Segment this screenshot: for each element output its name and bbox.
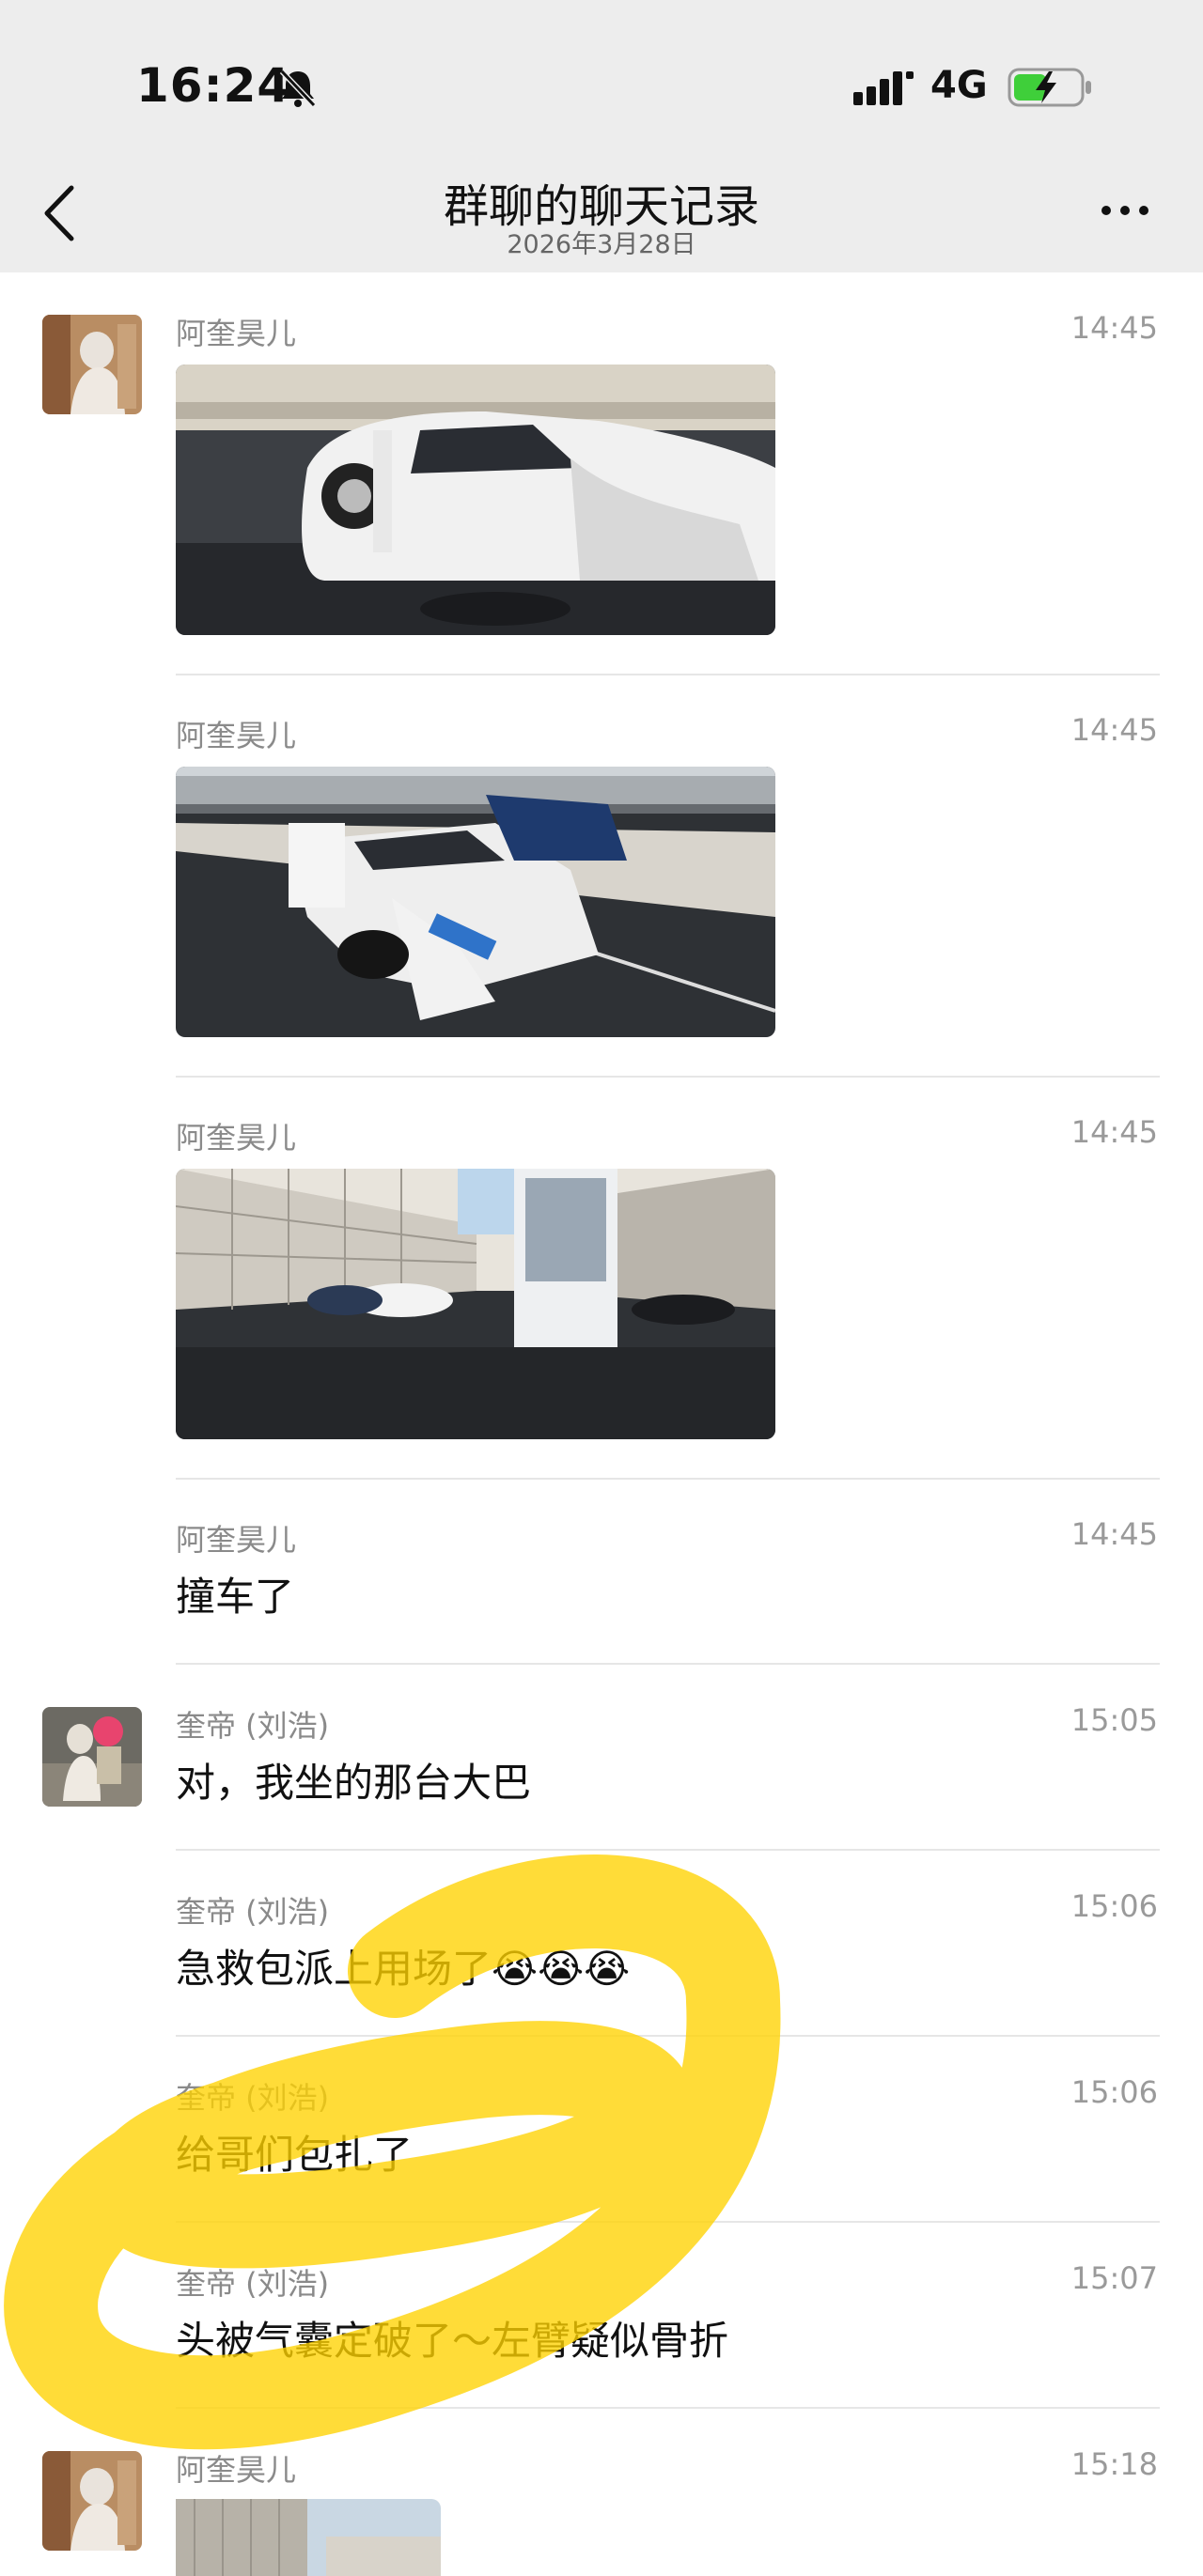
message-time: 15:18: [1070, 2446, 1158, 2482]
message-text: 头被气囊定破了～左臂疑似骨折: [176, 2318, 729, 2364]
more-icon[interactable]: [1100, 201, 1150, 220]
divider: [176, 1076, 1160, 1078]
sender-name: 奎帝 (刘浩): [176, 2266, 330, 2302]
message-6: 奎帝 (刘浩) 15:06 急救包派上用场了😭😭😭: [0, 1888, 1203, 2039]
avatar[interactable]: [42, 315, 142, 414]
crash-photo-3[interactable]: [176, 1169, 775, 1439]
sender-name: 阿奎昊儿: [176, 2452, 297, 2488]
message-text: 撞车了: [176, 1574, 295, 1620]
divider: [176, 2221, 1160, 2223]
sender-name: 阿奎昊儿: [176, 718, 297, 753]
status-time: 16:24: [136, 58, 291, 113]
message-text-body: 急救包派上用场了: [176, 1946, 492, 1992]
crash-photo-4[interactable]: [176, 2499, 441, 2576]
avatar[interactable]: [42, 2451, 142, 2551]
sender-name: 奎帝 (刘浩): [176, 1894, 330, 1930]
crash-photo-2[interactable]: [176, 767, 775, 1037]
message-5: 奎帝 (刘浩) 15:05 对，我坐的那台大巴: [0, 1702, 1203, 1853]
divider: [176, 1849, 1160, 1851]
message-1: 阿奎昊儿 14:45: [0, 310, 1203, 676]
sender-name: 阿奎昊儿: [176, 1522, 297, 1558]
divider: [176, 2407, 1160, 2409]
message-time: 15:06: [1070, 1888, 1158, 1924]
message-text: 对，我坐的那台大巴: [176, 1760, 532, 1806]
avatar[interactable]: [42, 1707, 142, 1807]
message-time: 15:06: [1070, 2074, 1158, 2110]
divider: [176, 1478, 1160, 1480]
message-time: 14:45: [1070, 310, 1158, 346]
divider: [176, 1663, 1160, 1665]
network-type: 4G: [930, 64, 988, 107]
message-time: 14:45: [1070, 1516, 1158, 1552]
divider: [176, 2035, 1160, 2037]
sender-name: 奎帝 (刘浩): [176, 2080, 330, 2116]
top-bar: 16:24 4G 群聊的聊天记录 2026年3月28日: [0, 0, 1203, 272]
crying-emoji-icon: 😭😭😭: [492, 1946, 631, 1992]
battery-icon: [1008, 68, 1091, 107]
message-text: 给哥们包扎了: [176, 2132, 414, 2178]
message-3: 阿奎昊儿 14:45: [0, 1114, 1203, 1481]
message-4: 阿奎昊儿 14:45 撞车了: [0, 1516, 1203, 1667]
bell-off-icon: [279, 69, 317, 108]
message-time: 14:45: [1070, 1114, 1158, 1150]
message-time: 15:05: [1070, 1702, 1158, 1738]
message-8: 奎帝 (刘浩) 15:07 头被气囊定破了～左臂疑似骨折: [0, 2260, 1203, 2411]
message-7: 奎帝 (刘浩) 15:06 给哥们包扎了: [0, 2074, 1203, 2225]
message-text: 急救包派上用场了😭😭😭: [176, 1937, 630, 1994]
message-time: 14:45: [1070, 712, 1158, 748]
signal-icon: [853, 71, 914, 105]
message-2: 阿奎昊儿 14:45: [0, 712, 1203, 1079]
divider: [176, 674, 1160, 675]
crash-photo-1[interactable]: [176, 365, 775, 635]
sender-name: 奎帝 (刘浩): [176, 1708, 330, 1744]
message-9: 阿奎昊儿 15:18: [0, 2446, 1203, 2576]
message-time: 15:07: [1070, 2260, 1158, 2296]
page-date: 2026年3月28日: [507, 230, 696, 259]
sender-name: 阿奎昊儿: [176, 316, 297, 351]
sender-name: 阿奎昊儿: [176, 1120, 297, 1156]
